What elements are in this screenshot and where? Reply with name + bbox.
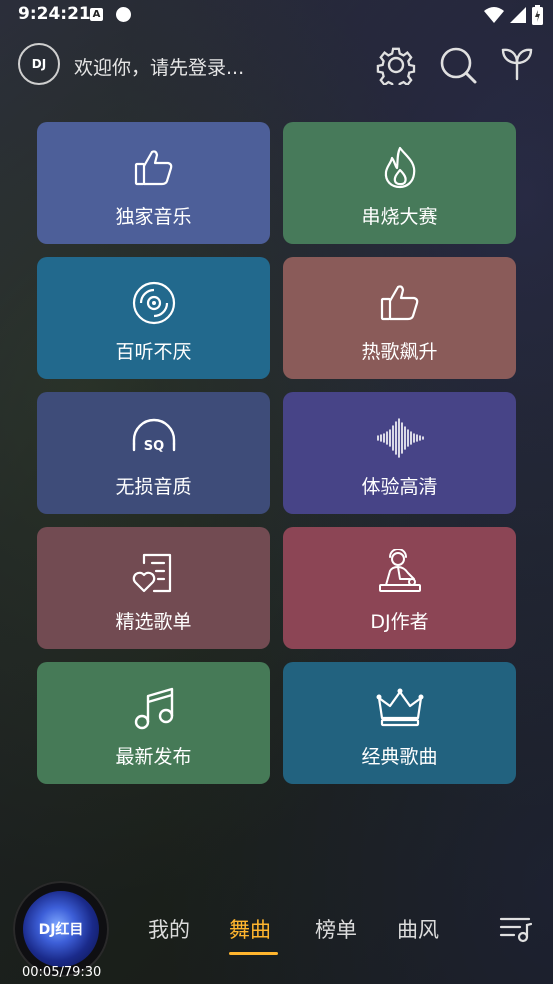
album-art: DJ红目: [23, 891, 99, 967]
nav-tab-mine[interactable]: 我的: [148, 914, 190, 944]
tile-label: 经典歌曲: [361, 746, 438, 768]
tile-label: 热歌飙升: [361, 341, 438, 363]
tile-medley-contest[interactable]: 串烧大赛: [283, 122, 516, 244]
nav-tab-charts[interactable]: 榜单: [315, 914, 357, 944]
nav-tab-genres[interactable]: 曲风: [397, 914, 439, 944]
tile-never-tired[interactable]: 百听不厌: [37, 257, 270, 379]
playlist-heart-icon: [132, 553, 171, 593]
tile-label: 精选歌单: [115, 611, 192, 633]
header: DJ 欢迎你，请先登录...: [18, 43, 537, 87]
settings-gear-icon[interactable]: [376, 45, 416, 85]
status-right-icons: [484, 5, 543, 25]
thumbs-up-icon: [134, 150, 172, 186]
tile-lossless-quality[interactable]: SQ 无损音质: [37, 392, 270, 514]
tile-exclusive-music[interactable]: 独家音乐: [37, 122, 270, 244]
signal-icon: [510, 7, 526, 23]
tile-label: 百听不厌: [115, 341, 192, 363]
notification-dot-icon: [116, 7, 131, 22]
tile-featured-playlists[interactable]: 精选歌单: [37, 527, 270, 649]
sq-headphones-icon: SQ: [132, 418, 175, 454]
disc-icon: [132, 281, 175, 325]
tile-label: 最新发布: [115, 746, 192, 768]
dj-person-icon: [378, 549, 421, 592]
flame-icon: [384, 146, 415, 189]
status-bar: 9:24:21 A: [0, 0, 553, 30]
tile-label: 体验高清: [361, 476, 438, 498]
tile-latest-releases[interactable]: 最新发布: [37, 662, 270, 784]
search-icon[interactable]: [438, 45, 478, 85]
battery-icon: [532, 5, 543, 25]
now-playing-disc[interactable]: DJ红目: [13, 881, 109, 977]
status-time: 9:24:21: [18, 4, 91, 24]
avatar[interactable]: DJ: [18, 43, 60, 85]
tile-label: 独家音乐: [115, 206, 192, 228]
crown-icon: [376, 688, 423, 727]
notification-a-icon: A: [90, 8, 103, 21]
sprout-icon[interactable]: [500, 45, 534, 85]
thumbs-up-icon: [380, 285, 418, 321]
playlist-queue-icon[interactable]: [498, 915, 532, 943]
playback-time: 00:05/79:30: [22, 965, 102, 980]
tile-hot-songs-rising[interactable]: 热歌飙升: [283, 257, 516, 379]
tile-hd-experience[interactable]: 体验高清: [283, 392, 516, 514]
tile-label: 串烧大赛: [361, 206, 438, 228]
waveform-icon: [376, 418, 424, 458]
login-prompt[interactable]: 欢迎你，请先登录...: [74, 53, 244, 80]
active-tab-indicator: [229, 952, 278, 955]
music-note-icon: [134, 687, 173, 730]
wifi-icon: [484, 7, 504, 23]
avatar-text: DJ: [31, 57, 47, 71]
nav-tab-dance[interactable]: 舞曲: [229, 914, 271, 944]
album-art-text: DJ红目: [38, 922, 84, 938]
tile-dj-authors[interactable]: DJ作者: [283, 527, 516, 649]
tile-label: 无损音质: [115, 476, 192, 498]
svg-text:SQ: SQ: [143, 439, 163, 454]
tile-classic-songs[interactable]: 经典歌曲: [283, 662, 516, 784]
tile-label: DJ作者: [370, 611, 429, 633]
